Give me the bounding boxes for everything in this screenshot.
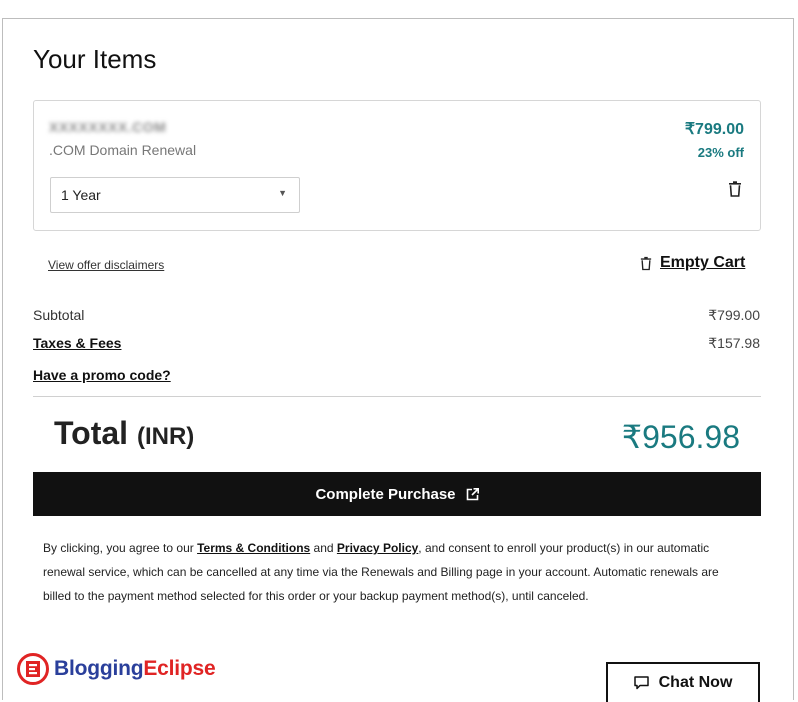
taxes-value: ₹157.98 [708,335,760,351]
logo-text-blogging: Blogging [54,657,144,680]
chat-bubble-icon [633,676,649,690]
trash-icon[interactable] [728,181,742,197]
chat-now-button[interactable]: Chat Now [606,662,760,702]
domain-name: XXXXXXXX.COM [49,119,167,135]
logo-mark-icon [17,653,49,685]
chat-now-label: Chat Now [658,674,733,691]
total-label: Total (INR) [54,415,194,452]
total-value: ₹956.98 [621,419,740,455]
legal-notice: By clicking, you agree to our Terms & Co… [43,536,733,608]
external-link-icon [466,487,479,500]
logo-text: BloggingEclipse [54,657,216,681]
item-discount: 23% off [697,145,744,160]
item-price: ₹799.00 [684,121,744,138]
empty-cart-label: Empty Cart [660,254,746,271]
total-label-text: Total [54,415,129,451]
terms-conditions-link[interactable]: Terms & Conditions [197,541,310,555]
term-select-value: 1 Year [61,187,101,203]
subtotal-value: ₹799.00 [708,307,760,323]
legal-text-1: By clicking, you agree to our [43,541,198,555]
watermark-logo: BloggingEclipse [16,652,216,686]
page-title: Your Items [33,44,157,74]
product-description: .COM Domain Renewal [49,142,197,158]
taxes-fees-link[interactable]: Taxes & Fees [33,335,121,351]
cart-item-card: XXXXXXXX.COM .COM Domain Renewal 1 Year … [33,100,761,231]
subtotal-label: Subtotal [33,307,85,323]
summary-divider [33,396,761,397]
logo-text-eclipse: Eclipse [143,657,216,680]
complete-purchase-button[interactable]: Complete Purchase [33,472,761,516]
empty-cart-button[interactable]: Empty Cart [640,254,745,272]
promo-code-link[interactable]: Have a promo code? [33,367,171,383]
trash-icon [640,256,652,270]
privacy-policy-link[interactable]: Privacy Policy [337,541,418,555]
legal-text-2: and [310,541,337,555]
caret-down-icon: ▼ [278,188,287,198]
view-offer-disclaimers-link[interactable]: View offer disclaimers [48,258,164,272]
term-select[interactable]: 1 Year ▼ [50,177,300,213]
complete-purchase-label: Complete Purchase [315,485,456,503]
total-currency: (INR) [136,423,195,450]
